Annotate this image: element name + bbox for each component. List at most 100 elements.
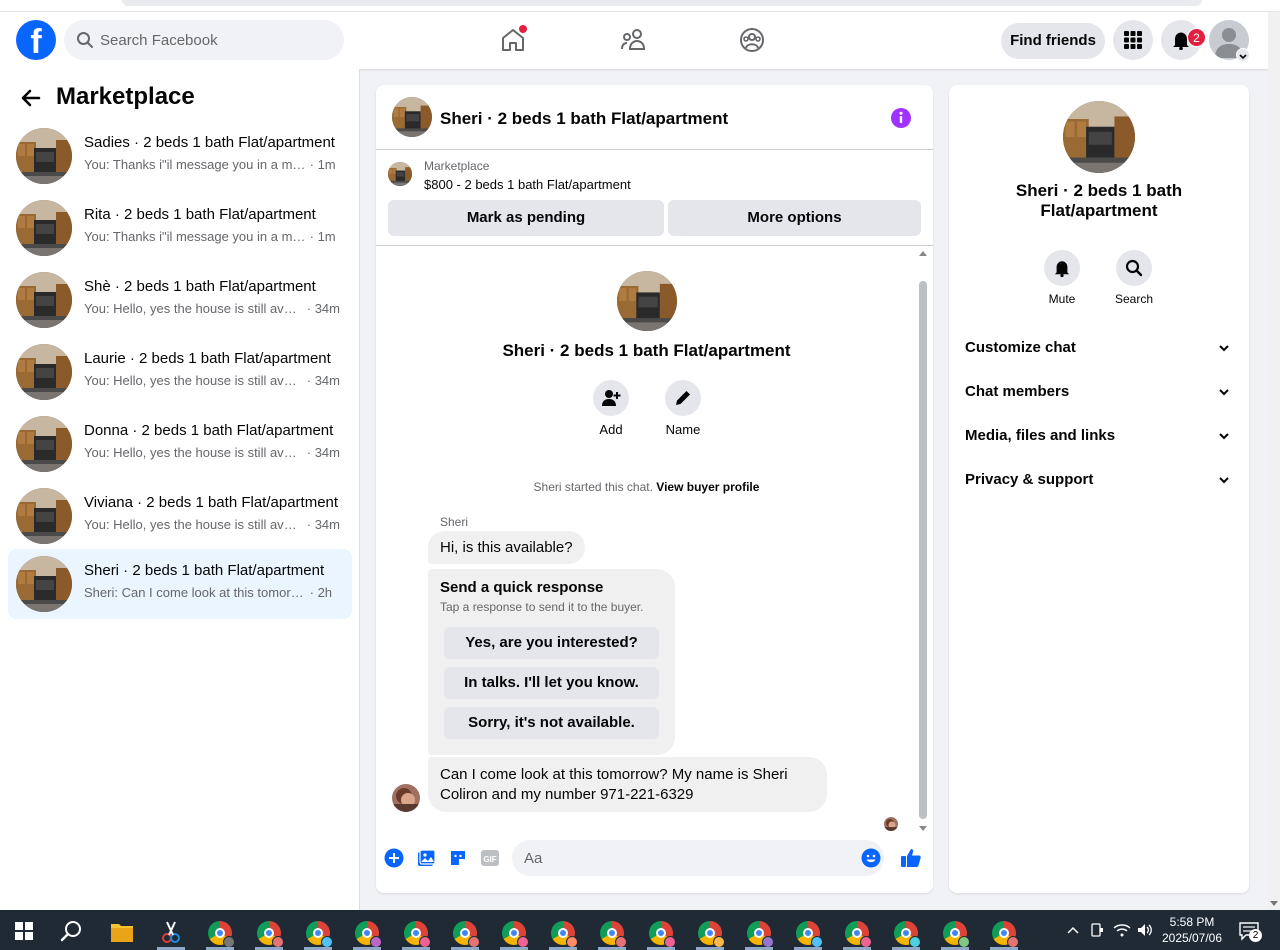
meet-now-icon[interactable] bbox=[1089, 922, 1105, 938]
chrome-app[interactable] bbox=[396, 914, 436, 950]
chrome-app[interactable] bbox=[298, 914, 338, 950]
conversation-item[interactable]: Rita · 2 beds 1 bath Flat/apartment You:… bbox=[8, 193, 352, 263]
system-clock[interactable]: 5:58 PM 2025/07/06 bbox=[1160, 914, 1224, 946]
quick-response-option[interactable]: Sorry, it's not available. bbox=[444, 707, 659, 739]
customize-chat-section[interactable]: Customize chat bbox=[957, 327, 1241, 367]
chrome-icon bbox=[845, 921, 872, 948]
chrome-app[interactable] bbox=[886, 914, 926, 950]
chrome-icon bbox=[404, 921, 431, 948]
info-listing-thumbnail[interactable] bbox=[1063, 101, 1135, 173]
listing-thumbnail bbox=[16, 200, 72, 256]
thread-scrollbar[interactable] bbox=[917, 251, 929, 831]
listing-small-thumbnail[interactable] bbox=[388, 162, 412, 186]
view-buyer-profile-link[interactable]: View buyer profile bbox=[656, 480, 759, 494]
find-friends-button[interactable]: Find friends bbox=[1001, 23, 1105, 59]
plus-circle-icon[interactable] bbox=[384, 848, 404, 868]
privacy-support-section[interactable]: Privacy & support bbox=[957, 459, 1241, 499]
file-explorer-app[interactable] bbox=[102, 914, 142, 950]
chrome-app[interactable] bbox=[249, 914, 289, 950]
sender-avatar[interactable] bbox=[392, 784, 420, 812]
info-title: Sheri · 2 beds 1 bath Flat/apartment bbox=[1015, 181, 1183, 220]
chat-title[interactable]: Sheri · 2 beds 1 bath Flat/apartment bbox=[440, 109, 728, 129]
chrome-app[interactable] bbox=[543, 914, 583, 950]
search-in-chat-action[interactable]: Search bbox=[1094, 250, 1174, 306]
home-nav-button[interactable] bbox=[497, 24, 529, 56]
quick-response-option[interactable]: Yes, are you interested? bbox=[444, 627, 659, 659]
chrome-app[interactable] bbox=[200, 914, 240, 950]
thumbs-up-icon[interactable] bbox=[900, 847, 922, 869]
photo-icon[interactable] bbox=[416, 848, 436, 868]
media-files-links-section[interactable]: Media, files and links bbox=[957, 415, 1241, 455]
chrome-app[interactable] bbox=[347, 914, 387, 950]
listing-thumbnail bbox=[16, 272, 72, 328]
conversation-item[interactable]: Donna · 2 beds 1 bath Flat/apartment You… bbox=[8, 409, 352, 479]
mark-as-pending-button[interactable]: Mark as pending bbox=[388, 200, 664, 236]
svg-text:GIF: GIF bbox=[483, 855, 496, 864]
conversation-item[interactable]: Laurie · 2 beds 1 bath Flat/apartment Yo… bbox=[8, 337, 352, 407]
listing-thumbnail bbox=[16, 344, 72, 400]
add-member-action[interactable]: Add bbox=[571, 380, 651, 437]
emoji-icon[interactable] bbox=[861, 848, 881, 868]
chrome-app[interactable] bbox=[592, 914, 632, 950]
account-menu-caret[interactable] bbox=[1236, 48, 1250, 62]
chevron-down-icon bbox=[1219, 433, 1229, 440]
taskbar-search-icon[interactable] bbox=[60, 919, 84, 943]
page-scrollbar[interactable] bbox=[1268, 12, 1280, 910]
chrome-app[interactable] bbox=[445, 914, 485, 950]
search-box[interactable] bbox=[64, 20, 344, 60]
conversation-snippet: You: Hello, yes the house is still avail… bbox=[84, 301, 304, 316]
info-icon[interactable] bbox=[890, 107, 912, 129]
chrome-app[interactable] bbox=[739, 914, 779, 950]
chrome-app[interactable] bbox=[837, 914, 877, 950]
show-hidden-icons-chevron-icon[interactable] bbox=[1066, 923, 1080, 937]
gif-icon[interactable]: GIF bbox=[480, 848, 500, 868]
chrome-icon bbox=[208, 921, 235, 948]
chat-listing-thumbnail[interactable] bbox=[392, 97, 432, 137]
quick-response-option[interactable]: In talks. I'll let you know. bbox=[444, 667, 659, 699]
folder-icon bbox=[111, 924, 133, 942]
chrome-app[interactable] bbox=[641, 914, 681, 950]
conversation-name: Sheri · 2 beds 1 bath Flat/apartment bbox=[84, 562, 325, 579]
facebook-logo[interactable]: f bbox=[16, 20, 56, 61]
conversation-name: Laurie · 2 beds 1 bath Flat/apartment bbox=[84, 350, 331, 367]
message-bubble[interactable]: Can I come look at this tomorrow? My nam… bbox=[428, 757, 827, 812]
conversation-item[interactable]: Viviana · 2 beds 1 bath Flat/apartment Y… bbox=[8, 481, 352, 551]
groups-nav-button[interactable] bbox=[736, 24, 768, 56]
conversation-name: Donna · 2 beds 1 bath Flat/apartment bbox=[84, 422, 334, 439]
chrome-app[interactable] bbox=[984, 914, 1024, 950]
chrome-app[interactable] bbox=[690, 914, 730, 950]
chrome-app[interactable] bbox=[788, 914, 828, 950]
listing-source: Marketplace bbox=[424, 159, 490, 173]
snipping-tool-app[interactable] bbox=[151, 914, 191, 950]
conversation-time: · 1m bbox=[309, 229, 336, 244]
conversation-item[interactable]: Sadies · 2 beds 1 bath Flat/apartment Yo… bbox=[8, 121, 352, 191]
listing-price[interactable]: $800 - 2 beds 1 bath Flat/apartment bbox=[424, 177, 631, 192]
menu-button[interactable] bbox=[1113, 20, 1153, 60]
message-thread[interactable]: Sheri · 2 beds 1 bath Flat/apartment Add… bbox=[376, 247, 933, 832]
listing-thumbnail bbox=[16, 488, 72, 544]
action-center-button[interactable]: 2 bbox=[1238, 921, 1262, 944]
clock-date: 2025/07/06 bbox=[1161, 931, 1223, 945]
conversation-snippet: You: Thanks i"il message you in a moment… bbox=[84, 229, 306, 244]
windows-start-icon[interactable] bbox=[15, 922, 33, 940]
search-icon bbox=[77, 32, 93, 48]
chat-window: Sheri · 2 beds 1 bath Flat/apartment Mar… bbox=[376, 85, 933, 893]
name-chat-action[interactable]: Name bbox=[643, 380, 723, 437]
chrome-app[interactable] bbox=[494, 914, 534, 950]
mute-action[interactable]: Mute bbox=[1022, 250, 1102, 306]
message-bubble[interactable]: Hi, is this available? bbox=[428, 531, 585, 564]
wifi-icon[interactable] bbox=[1113, 922, 1131, 938]
conversation-item-active[interactable]: Sheri · 2 beds 1 bath Flat/apartment She… bbox=[8, 549, 352, 619]
scissors-icon bbox=[162, 921, 180, 943]
chrome-app[interactable] bbox=[935, 914, 975, 950]
sticker-icon[interactable] bbox=[448, 848, 468, 868]
chevron-down-icon bbox=[1219, 389, 1229, 396]
search-input[interactable] bbox=[100, 20, 330, 60]
friends-nav-button[interactable] bbox=[617, 24, 649, 56]
back-arrow-icon[interactable] bbox=[20, 87, 42, 109]
more-options-button[interactable]: More options bbox=[668, 200, 921, 236]
volume-icon[interactable] bbox=[1136, 922, 1154, 938]
message-input[interactable] bbox=[512, 840, 884, 876]
chat-members-section[interactable]: Chat members bbox=[957, 371, 1241, 411]
conversation-item[interactable]: Shè · 2 beds 1 bath Flat/apartment You: … bbox=[8, 265, 352, 335]
